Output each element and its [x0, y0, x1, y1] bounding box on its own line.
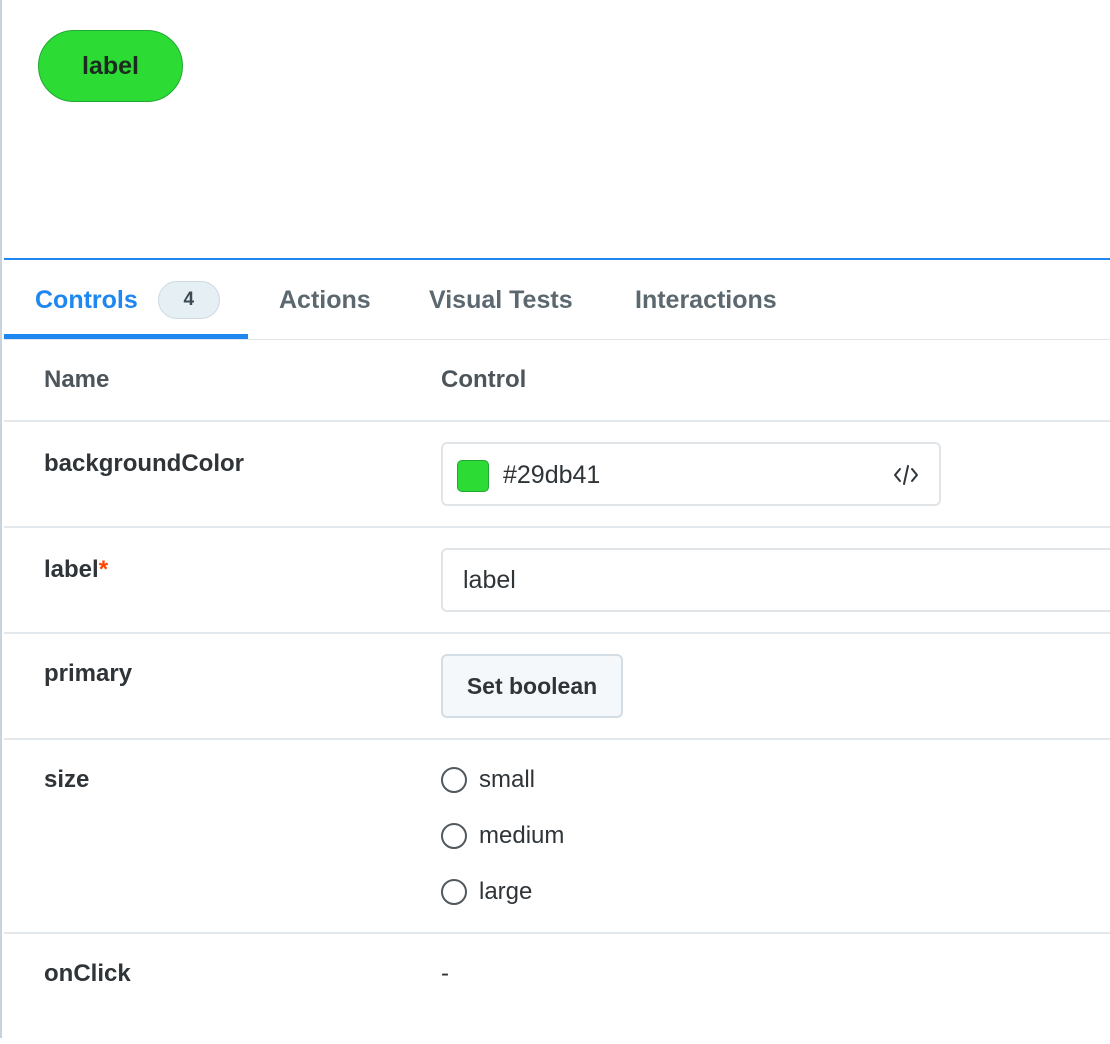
tab-controls[interactable]: Controls 4: [35, 260, 220, 340]
radio-circle-icon[interactable]: [441, 767, 467, 793]
tab-actions-label: Actions: [279, 285, 371, 314]
tab-actions[interactable]: Actions: [279, 260, 371, 340]
set-boolean-button[interactable]: Set boolean: [441, 654, 623, 718]
addon-tabs: Controls 4 Actions Visual Tests Interact…: [4, 260, 1110, 340]
controls-count-badge: 4: [157, 281, 220, 319]
active-tab-indicator: [4, 334, 248, 339]
controls-table: Name Control backgroundColor #29db41 lab…: [4, 340, 1110, 1044]
arg-name-primary: primary: [44, 660, 133, 687]
storybook-frame: label Controls 4 Actions Visual Tests In…: [0, 0, 1110, 1038]
arg-name-label: label*: [44, 556, 108, 584]
header-name: Name: [44, 366, 110, 393]
table-row-primary: primary Set boolean: [4, 634, 1110, 740]
arg-name-background-color: backgroundColor: [44, 450, 245, 477]
table-row-on-click: onClick -: [4, 934, 1110, 1044]
color-picker-field[interactable]: #29db41: [441, 442, 941, 506]
table-row-size: size small medium large: [4, 740, 1110, 934]
radio-circle-icon[interactable]: [441, 879, 467, 905]
radio-option-small[interactable]: small: [441, 765, 535, 795]
tab-interactions[interactable]: Interactions: [635, 260, 777, 340]
table-header-row: Name Control: [4, 340, 1110, 422]
table-row-label: label* label: [4, 528, 1110, 634]
tab-visual-tests[interactable]: Visual Tests: [429, 260, 573, 340]
story-preview-canvas: label: [4, 0, 1110, 258]
required-mark: *: [98, 556, 109, 583]
radio-label-large[interactable]: large: [479, 878, 532, 906]
color-swatch[interactable]: [457, 460, 489, 492]
table-row-background-color: backgroundColor #29db41: [4, 422, 1110, 528]
on-click-value: -: [441, 960, 449, 987]
header-control: Control: [441, 366, 527, 393]
arg-name-size: size: [44, 766, 90, 793]
arg-name-on-click: onClick: [44, 960, 131, 987]
radio-circle-icon[interactable]: [441, 823, 467, 849]
radio-label-small[interactable]: small: [479, 766, 535, 794]
arg-name-label-text: label: [44, 556, 99, 583]
radio-label-medium[interactable]: medium: [479, 822, 564, 850]
radio-option-large[interactable]: large: [441, 877, 532, 907]
label-text-input[interactable]: label: [441, 548, 1110, 612]
story-label-button[interactable]: label: [38, 30, 183, 102]
code-toggle-icon[interactable]: [891, 460, 921, 490]
tab-controls-label: Controls: [35, 285, 138, 314]
tab-visual-tests-label: Visual Tests: [429, 285, 573, 314]
radio-option-medium[interactable]: medium: [441, 821, 564, 851]
color-value-text[interactable]: #29db41: [503, 461, 600, 490]
tab-interactions-label: Interactions: [635, 285, 777, 314]
